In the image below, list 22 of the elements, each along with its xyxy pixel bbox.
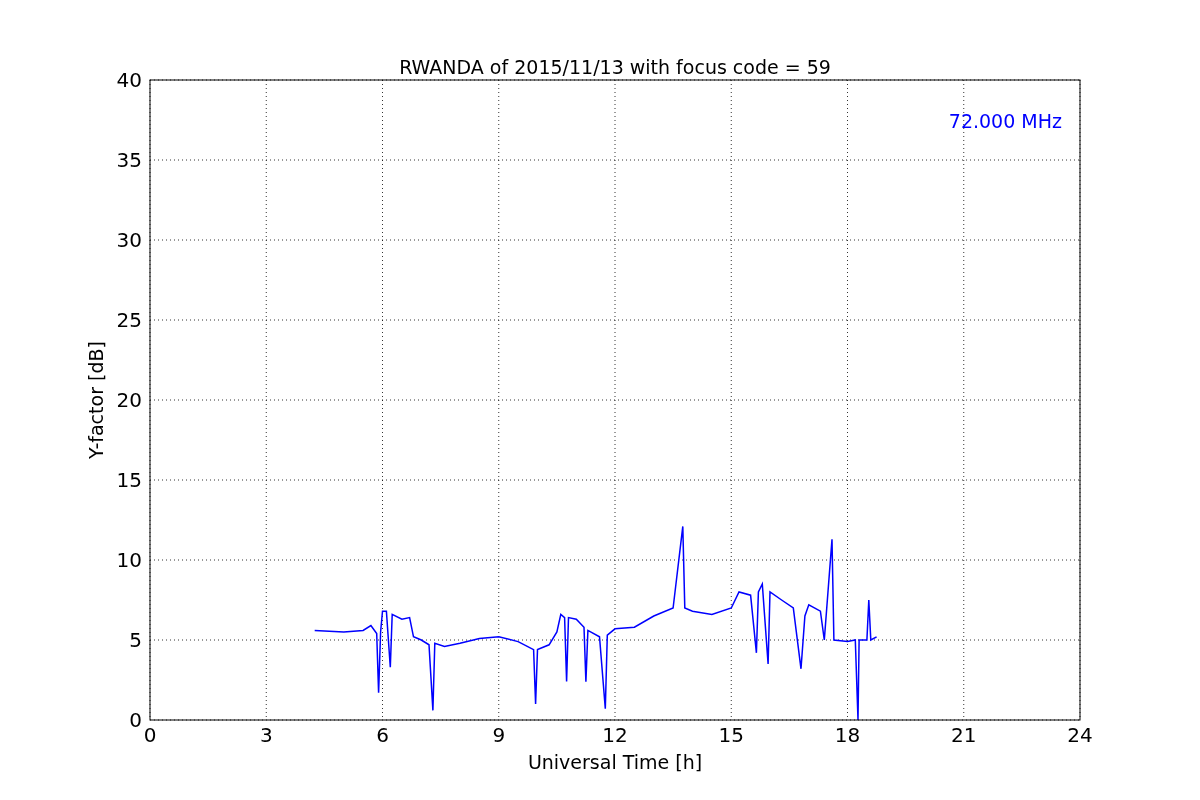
chart-title: RWANDA of 2015/11/13 with focus code = 59 — [399, 56, 831, 78]
y-tick-label: 15 — [116, 468, 142, 492]
y-tick-label: 40 — [116, 68, 142, 92]
series-label: 72.000 MHz — [948, 110, 1062, 132]
x-tick-label: 12 — [602, 723, 628, 747]
x-axis-label: Universal Time [h] — [527, 751, 703, 773]
y-tick-label: 0 — [129, 708, 142, 732]
y-tick-label: 25 — [116, 308, 142, 332]
y-tick-label: 10 — [116, 548, 142, 572]
x-tick-label: 21 — [951, 723, 977, 747]
x-tick-label: 3 — [259, 723, 273, 747]
x-tick-label: 15 — [718, 723, 744, 747]
y-tick-label: 35 — [116, 148, 142, 172]
y-tick-label: 5 — [129, 628, 142, 652]
x-tick-label: 0 — [143, 723, 157, 747]
x-tick-label: 18 — [834, 723, 861, 747]
x-tick-label: 24 — [1067, 723, 1093, 747]
y-tick-label: 20 — [116, 388, 142, 412]
x-tick-label: 9 — [492, 723, 506, 747]
y-tick-label: 30 — [116, 228, 142, 252]
x-tick-label: 6 — [376, 723, 389, 747]
y-axis-label: Y-factor [dB] — [85, 341, 107, 459]
